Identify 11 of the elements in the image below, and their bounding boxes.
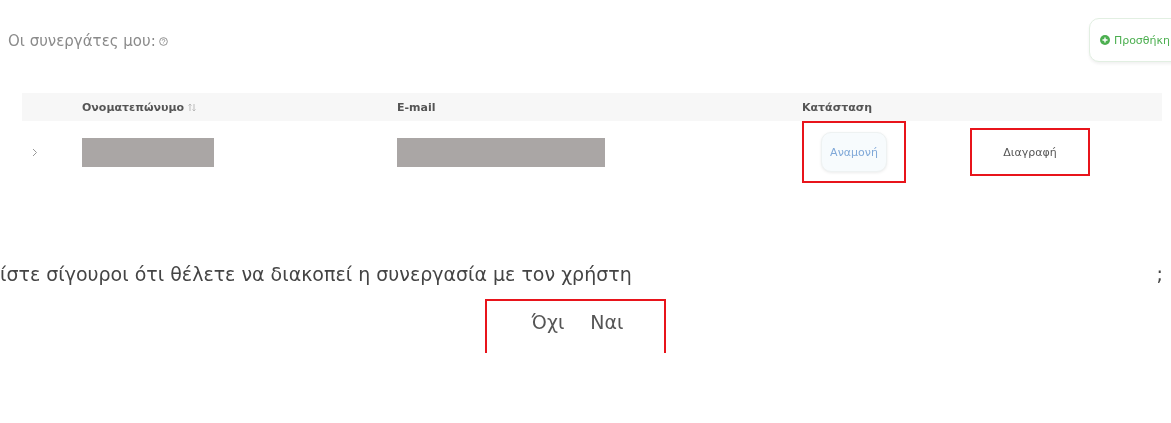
- question-mark: ;: [1156, 263, 1163, 285]
- column-header: Κατάσταση: [802, 100, 874, 114]
- dialog-button[interactable]: Ναι: [590, 311, 624, 333]
- section-title: Οι συνεργάτες μου:: [8, 31, 156, 50]
- confirmation-message: ίστε σίγουροι ότι θέλετε να διακοπεί η συνεργασία με τον χρήστη: [0, 263, 632, 285]
- dialog-button[interactable]: Όχι: [531, 311, 565, 333]
- plus-circle-icon: [1099, 35, 1110, 45]
- delete-button[interactable]: Διαγραφή: [989, 132, 1071, 172]
- chevron-right-icon[interactable]: [32, 147, 38, 157]
- column-header[interactable]: Ονοματεπώνυμο: [82, 100, 397, 114]
- column-header: E-mail: [397, 100, 437, 114]
